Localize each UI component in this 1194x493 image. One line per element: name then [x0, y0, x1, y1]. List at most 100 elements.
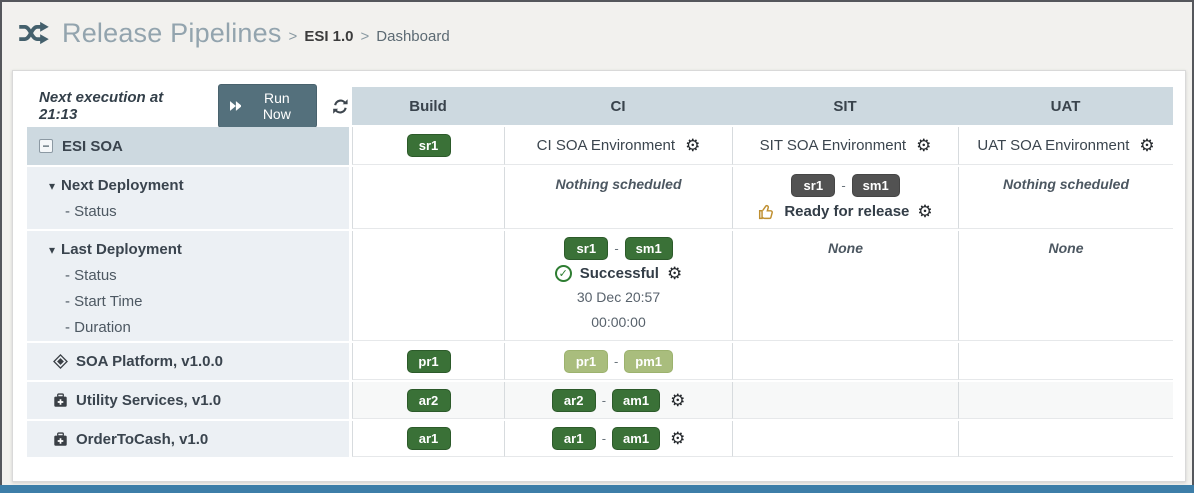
next-deployment-title: Next Deployment [61, 177, 184, 194]
cell-build-app: ar1 [352, 421, 504, 457]
version-badge[interactable]: am1 [612, 389, 660, 412]
version-badge[interactable]: am1 [612, 427, 660, 450]
nothing-scheduled-text: Nothing scheduled [1003, 176, 1129, 192]
version-badge[interactable]: pr1 [407, 350, 451, 373]
collapse-icon[interactable]: − [39, 139, 53, 153]
sub-row-start-time: - Start Time [49, 289, 349, 315]
gear-icon[interactable]: ⚙ [917, 203, 932, 220]
pipeline-row: − ESI SOA sr1 CI SOA Environment ⚙ SIT S… [27, 127, 1185, 165]
breadcrumb-page[interactable]: Dashboard [376, 22, 449, 45]
version-badge[interactable]: ar2 [552, 389, 596, 412]
cell-uat-app [958, 382, 1173, 419]
last-deployment-label-cell: ▾ Last Deployment - Status - Start Time -… [27, 231, 349, 341]
uat-environment-name: UAT SOA Environment [977, 137, 1129, 154]
dashboard-card: Next execution at 21:13 Run Now Build CI… [12, 70, 1186, 482]
next-deployment-label-cell: ▾Next Deployment - Status [27, 167, 349, 229]
gear-icon[interactable]: ⚙ [916, 137, 931, 154]
cell-ci-last: sr1 - sm1 ✓ Successful ⚙ 30 Dec 20:57 00… [504, 231, 732, 341]
sit-environment-name: SIT SOA Environment [760, 137, 906, 154]
cell-ci-next: Nothing scheduled [504, 167, 732, 229]
cell-ci-environment: CI SOA Environment ⚙ [504, 127, 732, 165]
application-label-cell: Utility Services, v1.0 [27, 382, 349, 419]
cell-uat-environment: UAT SOA Environment ⚙ [958, 127, 1173, 165]
gear-icon[interactable]: ⚙ [667, 265, 682, 282]
cell-ci-app: ar2 - am1 ⚙ [504, 382, 732, 419]
cell-sit-environment: SIT SOA Environment ⚙ [732, 127, 958, 165]
application-row: SOA Platform, v1.0.0 pr1 pr1 - pm1 [27, 343, 1185, 380]
application-row: Utility Services, v1.0 ar2 ar2 - am1 ⚙ [27, 382, 1185, 419]
version-badge[interactable]: pm1 [624, 350, 673, 373]
duration-value: 00:00:00 [591, 312, 646, 332]
cell-ci-app: pr1 - pm1 [504, 343, 732, 380]
version-badge[interactable]: ar2 [407, 389, 451, 412]
none-text: None [828, 240, 863, 256]
application-icon [53, 432, 68, 447]
platform-icon [53, 354, 68, 369]
version-badge[interactable]: sr1 [407, 134, 451, 157]
ci-environment-name: CI SOA Environment [537, 137, 675, 154]
thumbs-up-icon [758, 203, 776, 220]
nothing-scheduled-text: Nothing scheduled [556, 176, 682, 192]
application-label-cell: SOA Platform, v1.0.0 [27, 343, 349, 380]
application-name: Utility Services, v1.0 [76, 392, 221, 409]
breadcrumb-separator: > [289, 22, 298, 45]
next-execution-text: Next execution at 21:13 [39, 89, 204, 123]
tag-separator: - [614, 354, 618, 369]
cell-build-app: ar2 [352, 382, 504, 419]
gear-icon[interactable]: ⚙ [670, 430, 685, 447]
pipeline-label-cell: − ESI SOA [27, 127, 349, 165]
sub-row-status: - Status [49, 263, 349, 289]
version-badge[interactable]: sm1 [625, 237, 673, 260]
success-check-icon: ✓ [555, 265, 572, 282]
version-badge[interactable]: sm1 [852, 174, 900, 197]
application-icon [53, 393, 68, 408]
column-header-uat: UAT [958, 87, 1173, 125]
success-status-line: ✓ Successful ⚙ [555, 265, 682, 282]
caret-down-icon[interactable]: ▾ [49, 243, 55, 257]
ready-status-line: Ready for release ⚙ [758, 203, 932, 220]
sub-row-duration: - Duration [49, 315, 349, 341]
page: Release Pipelines > ESI 1.0 > Dashboard … [0, 0, 1194, 493]
tag-row: sr1 - sm1 [564, 237, 672, 260]
caret-down-icon[interactable]: ▾ [49, 179, 55, 193]
version-badge[interactable]: pr1 [564, 350, 608, 373]
cell-sit-app [732, 421, 958, 457]
next-deployment-row: ▾Next Deployment - Status Nothing schedu… [27, 167, 1185, 229]
version-badge[interactable]: ar1 [407, 427, 451, 450]
gear-icon[interactable]: ⚙ [685, 137, 700, 154]
cell-uat-app [958, 343, 1173, 380]
application-label-cell: OrderToCash, v1.0 [27, 421, 349, 457]
refresh-icon[interactable] [332, 98, 349, 115]
tag-row: ar1 - am1 ⚙ [552, 427, 686, 450]
ready-for-release-text: Ready for release [784, 203, 909, 220]
none-text: None [1049, 240, 1084, 256]
gear-icon[interactable]: ⚙ [1139, 137, 1154, 154]
column-header-sit: SIT [732, 87, 958, 125]
version-badge[interactable]: sr1 [791, 174, 835, 197]
cell-uat-next: Nothing scheduled [958, 167, 1173, 229]
last-deployment-title: Last Deployment [61, 241, 182, 258]
group-title: ▾ Next Deployment [49, 173, 349, 199]
column-header-ci: CI [504, 87, 732, 125]
cell-ci-app: ar1 - am1 ⚙ [504, 421, 732, 457]
cell-build-next [352, 167, 504, 229]
tag-separator: - [602, 393, 606, 408]
breadcrumb-release[interactable]: ESI 1.0 [304, 22, 353, 45]
application-name: OrderToCash, v1.0 [76, 431, 208, 448]
group-title: ▾ Last Deployment [49, 237, 349, 263]
gear-icon[interactable]: ⚙ [670, 392, 685, 409]
cell-build-app: pr1 [352, 343, 504, 380]
shuffle-icon [18, 20, 50, 46]
run-now-label: Run Now [248, 90, 305, 122]
app-header: Release Pipelines > ESI 1.0 > Dashboard [2, 2, 1192, 64]
column-header-build: Build [352, 87, 504, 125]
toolbar: Next execution at 21:13 Run Now [27, 87, 349, 125]
tag-row: ar2 - am1 ⚙ [552, 389, 686, 412]
tag-separator: - [614, 241, 618, 256]
version-badge[interactable]: sr1 [564, 237, 608, 260]
cell-uat-app [958, 421, 1173, 457]
version-badge[interactable]: ar1 [552, 427, 596, 450]
tag-row: pr1 - pm1 [564, 350, 673, 373]
cell-sit-next: sr1 - sm1 Ready for release ⚙ [732, 167, 958, 229]
run-now-button[interactable]: Run Now [218, 84, 318, 128]
